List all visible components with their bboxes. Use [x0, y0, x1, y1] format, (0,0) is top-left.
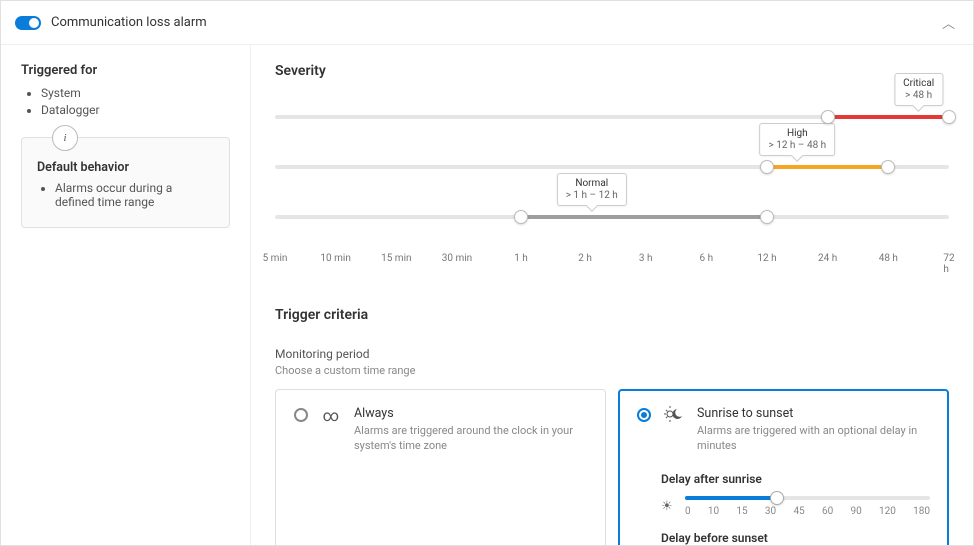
- axis-tick: 2 h: [578, 253, 592, 264]
- triggered-for-list: System Datalogger: [21, 86, 230, 117]
- axis-tick: 48 h: [879, 253, 898, 264]
- delay-after-sunrise-slider[interactable]: ☀ 0 10 15 30 45 60 90 120 180: [661, 496, 930, 517]
- slider-handle[interactable]: [770, 491, 784, 505]
- option-sunrise-name: Sunrise to sunset: [697, 406, 930, 421]
- tick-label: 60: [822, 506, 833, 517]
- option-always-desc: Alarms are triggered around the clock in…: [354, 423, 587, 454]
- triggered-for-title: Triggered for: [21, 63, 230, 78]
- collapse-icon[interactable]: ︿: [938, 9, 959, 36]
- tick-label: 180: [913, 506, 930, 517]
- tick-label: 15: [736, 506, 747, 517]
- default-behavior-title: Default behavior: [37, 160, 214, 175]
- tick-label: 90: [850, 506, 861, 517]
- list-item: Datalogger: [41, 103, 230, 117]
- slider-track: [685, 496, 930, 500]
- default-behavior-card: i Default behavior Alarms occur during a…: [21, 137, 230, 228]
- enable-toggle[interactable]: [15, 16, 41, 30]
- slider-fill: [828, 115, 949, 119]
- option-always[interactable]: ∞ Always Alarms are triggered around the…: [275, 389, 606, 545]
- tick-label: 10: [708, 506, 719, 517]
- tick-label: 0: [685, 506, 691, 517]
- list-item: System: [41, 86, 230, 100]
- sidebar: Triggered for System Datalogger i Defaul…: [1, 45, 251, 545]
- infinity-icon: ∞: [320, 406, 342, 425]
- monitoring-options: ∞ Always Alarms are triggered around the…: [275, 389, 949, 545]
- axis-tick: 1 h: [514, 253, 528, 264]
- slider-handle[interactable]: [514, 210, 528, 224]
- severity-tooltip: High> 12 h – 48 h: [759, 123, 835, 156]
- delay-after-sunrise-label: Delay after sunrise: [661, 472, 930, 486]
- severity-row-critical[interactable]: Critical> 48 h: [275, 103, 949, 147]
- axis-tick: 5 min: [263, 253, 288, 264]
- option-always-name: Always: [354, 406, 587, 421]
- delay-before-sunset-label: Delay before sunset: [661, 531, 930, 545]
- panel-title: Communication loss alarm: [51, 15, 938, 30]
- severity-axis: 5 min10 min15 min30 min1 h2 h3 h6 h12 h2…: [275, 253, 949, 273]
- alarm-panel: Communication loss alarm ︿ Triggered for…: [0, 0, 974, 546]
- info-icon: i: [52, 125, 78, 151]
- delay-settings: Delay after sunrise ☀ 0 10 15 30 45 60 90 120 18…: [637, 472, 930, 545]
- axis-tick: 24 h: [818, 253, 837, 264]
- panel-header: Communication loss alarm ︿: [1, 1, 973, 45]
- default-behavior-list: Alarms occur during a defined time range: [37, 181, 214, 209]
- slider-fill: [521, 215, 767, 219]
- monitoring-period-hint: Choose a custom time range: [275, 364, 949, 377]
- axis-tick: 30 min: [442, 253, 472, 264]
- sunrise-sunset-icon: [663, 406, 685, 426]
- severity-sliders: Critical> 48 hHigh> 12 h – 48 h Normal> 1…: [275, 103, 949, 293]
- severity-tooltip: Normal> 1 h – 12 h: [557, 173, 627, 206]
- severity-title: Severity: [275, 63, 949, 79]
- slider-handle[interactable]: [760, 210, 774, 224]
- radio-sunrise-sunset[interactable]: [637, 408, 651, 422]
- monitoring-period-label: Monitoring period: [275, 347, 949, 361]
- axis-tick: 15 min: [381, 253, 411, 264]
- panel-body: Triggered for System Datalogger i Defaul…: [1, 45, 973, 545]
- radio-always[interactable]: [294, 408, 308, 422]
- slider-fill: [767, 165, 888, 169]
- axis-tick: 6 h: [700, 253, 714, 264]
- slider-handle[interactable]: [760, 160, 774, 174]
- slider-handle[interactable]: [942, 110, 956, 124]
- slider-handle[interactable]: [881, 160, 895, 174]
- slider-handle[interactable]: [821, 110, 835, 124]
- option-sunrise-desc: Alarms are triggered with an optional de…: [697, 423, 930, 454]
- axis-tick: 3 h: [639, 253, 653, 264]
- tick-label: 45: [793, 506, 804, 517]
- main-content: Severity Critical> 48 hHigh> 12 h – 48 h…: [251, 45, 973, 545]
- list-item: Alarms occur during a defined time range: [55, 181, 214, 209]
- tick-label: 30: [765, 506, 776, 517]
- option-sunrise-sunset[interactable]: Sunrise to sunset Alarms are triggered w…: [618, 389, 949, 545]
- slider-ticks: 0 10 15 30 45 60 90 120 180: [685, 506, 930, 517]
- axis-tick: 12 h: [757, 253, 776, 264]
- axis-tick: 72 h: [943, 253, 954, 275]
- slider-fill: [685, 496, 777, 500]
- axis-tick: 10 min: [320, 253, 350, 264]
- trigger-criteria-title: Trigger criteria: [275, 307, 949, 323]
- severity-row-normal[interactable]: Normal> 1 h – 12 h: [275, 203, 949, 247]
- tick-label: 120: [879, 506, 896, 517]
- severity-tooltip: Critical> 48 h: [894, 73, 943, 106]
- sun-icon: ☀: [661, 499, 675, 514]
